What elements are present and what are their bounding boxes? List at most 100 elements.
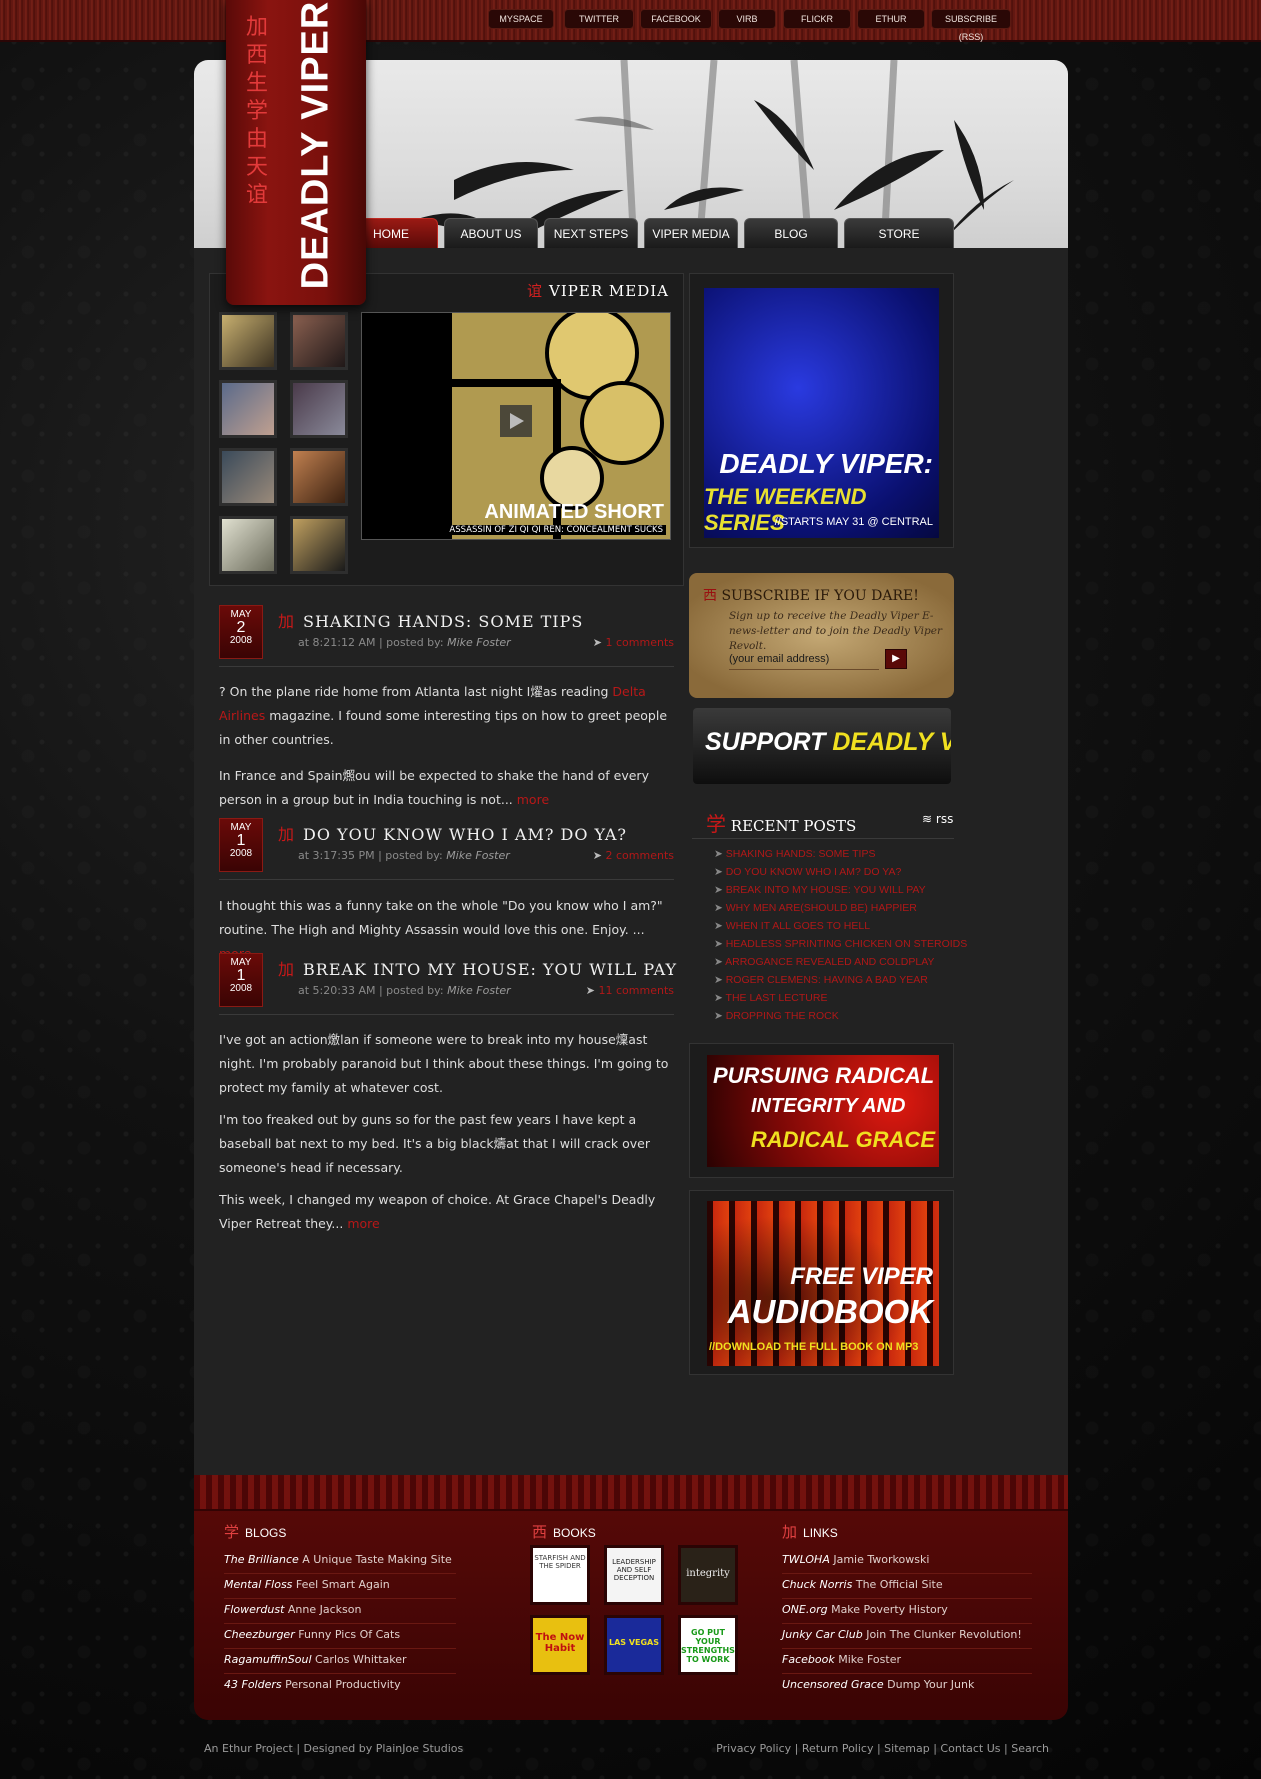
video-player[interactable]: ANIMATED SHORT ASSASSIN OF ZI QI QI REN:… (361, 312, 671, 540)
divider (219, 879, 674, 880)
recent-post-link[interactable]: WHEN IT ALL GOES TO HELL (714, 920, 870, 932)
nav-store[interactable]: STORE (844, 218, 954, 248)
footer-blogs-heading: 学 BLOGS (224, 1524, 287, 1541)
video-caption: ASSASSIN OF ZI QI QI REN: CONCEALMENT SU… (446, 525, 666, 535)
ad-line: DEADLY VIPER: (719, 448, 933, 479)
recent-post-link[interactable]: THE LAST LECTURE (714, 992, 828, 1004)
read-more-link[interactable]: more (347, 1216, 379, 1231)
recent-post-link[interactable]: DROPPING THE ROCK (714, 1010, 839, 1022)
media-thumbnail[interactable] (290, 380, 348, 438)
post-excerpt: I'm too freaked out by guns so for the p… (219, 1112, 650, 1175)
book-cover[interactable]: integrity (678, 1545, 738, 1605)
post-excerpt: I've got an action燩lan if someone were t… (219, 1032, 669, 1095)
footer-link[interactable]: Junky Car Club Join The Clunker Revoluti… (782, 1624, 1032, 1649)
nav-blog[interactable]: BLOG (744, 218, 838, 248)
book-cover[interactable]: LAS VEGAS (604, 1615, 664, 1675)
post-excerpt: This week, I changed my weapon of choice… (219, 1192, 656, 1231)
divider (219, 1014, 674, 1015)
social-link-virb[interactable]: VIRB (718, 9, 776, 29)
media-thumbnail[interactable] (290, 516, 348, 574)
media-thumbnail[interactable] (219, 448, 277, 506)
social-link-rss[interactable]: SUBSCRIBE (RSS) (931, 9, 1011, 42)
footer-books-heading: 西 BOOKS (532, 1524, 596, 1541)
viper-media-heading: 谊 VIPER MEDIA (527, 282, 669, 300)
social-link-myspace[interactable]: MYSPACE (488, 9, 554, 29)
support-deadly-viper-ad[interactable]: SUPPORT DEADLY VIPER (693, 708, 951, 784)
media-thumbnail[interactable] (290, 312, 348, 370)
audiobook-ad[interactable]: FREE VIPER AUDIOBOOK //DOWNLOAD THE FULL… (689, 1190, 954, 1375)
footer-blog-link[interactable]: Cheezburger Funny Pics Of Cats (224, 1624, 456, 1649)
post-meta: at 3:17:35 PM | posted by: Mike Foster (298, 849, 510, 862)
post-excerpt: ? On the plane ride home from Atlanta la… (219, 684, 668, 747)
subscribe-box: 西 SUBSCRIBE IF YOU DARE! Sign up to rece… (689, 573, 954, 698)
rss-link[interactable]: ≋ rss (922, 812, 953, 826)
email-input[interactable] (729, 648, 879, 670)
subscribe-submit-button[interactable]: ▶ (885, 649, 907, 669)
weekend-series-ad[interactable]: DEADLY VIPER: THE WEEKEND SERIES //START… (689, 273, 954, 548)
recent-post-link[interactable]: DO YOU KNOW WHO I AM? DO YA? (714, 866, 902, 878)
divider (692, 838, 954, 839)
post-comments-link[interactable]: ➤ 1 comments (593, 636, 674, 649)
divider (219, 666, 674, 667)
footer-blog-link[interactable]: Flowerdust Anne Jackson (224, 1599, 456, 1624)
ad-line: RADICAL GRACE (750, 1127, 935, 1152)
post-date-badge: MAY 2 2008 (219, 605, 263, 659)
recent-post-link[interactable]: ROGER CLEMENS: HAVING A BAD YEAR (714, 974, 928, 986)
social-link-facebook[interactable]: FACEBOOK (640, 9, 712, 29)
viper-media-panel: 谊 VIPER MEDIA ANIMATED SHORT ASSASSIN OF… (209, 273, 684, 586)
social-link-flickr[interactable]: FLICKR (783, 9, 851, 29)
footer-links-heading: 加 LINKS (782, 1524, 838, 1541)
recent-posts-heading: 学 RECENT POSTS (706, 812, 857, 836)
book-cover[interactable]: The Now Habit (530, 1615, 590, 1675)
footer-link[interactable]: ONE.org Make Poverty History (782, 1599, 1032, 1624)
media-thumbnail[interactable] (290, 448, 348, 506)
book-cover[interactable]: LEADERSHIP AND SELF DECEPTION (604, 1545, 664, 1605)
post-title[interactable]: 加 SHAKING HANDS: SOME TIPS (278, 608, 583, 632)
post-meta: at 5:20:33 AM | posted by: Mike Foster (298, 984, 511, 997)
weekend-series-banner: DEADLY VIPER: THE WEEKEND SERIES //START… (704, 288, 939, 538)
ad-line: PURSUING RADICAL (713, 1063, 935, 1088)
greek-key-border (194, 1475, 1068, 1511)
footer-link[interactable]: Uncensored Grace Dump Your Junk (782, 1674, 1032, 1699)
post-comments-link[interactable]: ➤ 11 comments (586, 984, 674, 997)
recent-post-link[interactable]: SHAKING HANDS: SOME TIPS (714, 848, 876, 860)
bottom-links[interactable]: Privacy Policy | Return Policy | Sitemap… (716, 1742, 1049, 1755)
recent-post-link[interactable]: BREAK INTO MY HOUSE: YOU WILL PAY (714, 884, 926, 896)
media-thumbnail[interactable] (219, 312, 277, 370)
book-cover[interactable]: STARFISH AND THE SPIDER (530, 1545, 590, 1605)
integrity-grace-banner: PURSUING RADICAL INTEGRITY AND RADICAL G… (707, 1055, 939, 1167)
post-comments-link[interactable]: ➤ 2 comments (593, 849, 674, 862)
media-thumbnail[interactable] (219, 516, 277, 574)
footer-link[interactable]: Chuck Norris The Official Site (782, 1574, 1032, 1599)
ad-line: THE WEEKEND SERIES (704, 484, 867, 535)
footer-blog-link[interactable]: Mental Floss Feel Smart Again (224, 1574, 456, 1599)
social-link-twitter[interactable]: TWITTER (564, 9, 634, 29)
logo-chinese-characters: 加西生学由天谊 (245, 15, 268, 208)
recent-post-link[interactable]: HEADLESS SPRINTING CHICKEN ON STEROIDS (714, 938, 968, 950)
subscribe-heading: 西 SUBSCRIBE IF YOU DARE! (703, 588, 919, 604)
footer: 学 BLOGS The Brilliance A Unique Taste Mak… (194, 1475, 1068, 1720)
support-label: SUPPORT DEADLY VIPER (705, 728, 951, 756)
recent-post-link[interactable]: ARROGANCE REVEALED AND COLDPLAY (714, 956, 934, 968)
nav-about-us[interactable]: ABOUT US (444, 218, 538, 248)
book-cover[interactable]: GO PUT YOUR STRENGTHS TO WORK (678, 1615, 738, 1675)
integrity-grace-ad[interactable]: PURSUING RADICAL INTEGRITY AND RADICAL G… (689, 1043, 954, 1178)
footer-blog-link[interactable]: 43 Folders Personal Productivity (224, 1674, 456, 1699)
read-more-link[interactable]: more (517, 792, 549, 807)
footer-blog-link[interactable]: The Brilliance A Unique Taste Making Sit… (224, 1549, 456, 1574)
page-wrapper: HOME ABOUT US NEXT STEPS VIPER MEDIA BLO… (194, 0, 1068, 1720)
credits-text[interactable]: An Ethur Project | Designed by PlainJoe … (204, 1742, 463, 1755)
social-link-ethur[interactable]: ETHUR (857, 9, 925, 29)
footer-link[interactable]: Facebook Mike Foster (782, 1649, 1032, 1674)
ad-line: //DOWNLOAD THE FULL BOOK ON MP3 (709, 1341, 919, 1353)
nav-viper-media[interactable]: VIPER MEDIA (644, 218, 738, 248)
media-thumbnail[interactable] (219, 380, 277, 438)
ad-line: AUDIOBOOK (727, 1293, 933, 1330)
post-title[interactable]: 加 DO YOU KNOW WHO I AM? DO YA? (278, 821, 627, 845)
footer-link[interactable]: TWLOHA Jamie Tworkowski (782, 1549, 1032, 1574)
nav-next-steps[interactable]: NEXT STEPS (544, 218, 638, 248)
logo-banner[interactable]: 加西生学由天谊 DEADLY VIPER (226, 0, 366, 305)
footer-blog-link[interactable]: RagamuffinSoul Carlos Whittaker (224, 1649, 456, 1674)
recent-post-link[interactable]: WHY MEN ARE(SHOULD BE) HAPPIER (714, 902, 917, 914)
post-title[interactable]: 加 BREAK INTO MY HOUSE: YOU WILL PAY (278, 956, 677, 980)
